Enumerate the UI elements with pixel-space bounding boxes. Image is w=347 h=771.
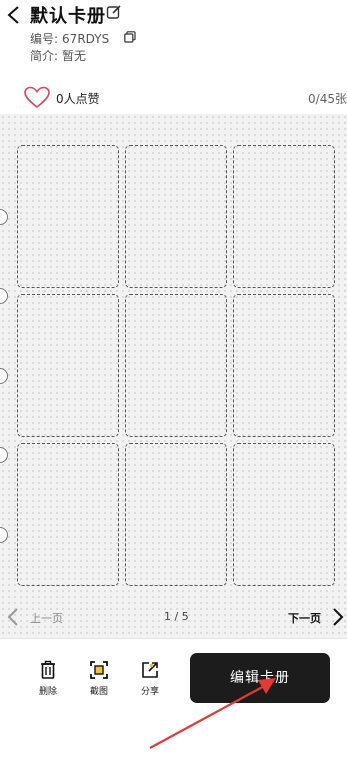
binder-ring: [0, 288, 8, 304]
screenshot-button[interactable]: 截图: [81, 660, 117, 704]
card-slot[interactable]: [17, 145, 119, 288]
intro-label: 简介:: [30, 49, 59, 63]
card-slot[interactable]: [17, 443, 119, 586]
binder-ring: [0, 527, 8, 543]
copy-icon[interactable]: [124, 31, 136, 43]
screenshot-icon: [90, 661, 108, 679]
delete-label: 删除: [38, 687, 57, 697]
album-code: 编号: 67RDYS: [30, 30, 109, 47]
card-slot[interactable]: [233, 443, 335, 586]
edit-pencil-icon[interactable]: [106, 4, 122, 20]
code-value: 67RDYS: [62, 32, 110, 46]
card-slot[interactable]: [125, 294, 227, 437]
card-slot[interactable]: [125, 443, 227, 586]
like-count: 0人点赞: [56, 92, 100, 106]
album-title: 默认卡册: [30, 6, 106, 27]
binder-ring: [0, 368, 8, 384]
next-page-button[interactable]: 下一页: [288, 610, 321, 626]
intro-value: 暂无: [62, 49, 87, 63]
screenshot-label: 截图: [89, 687, 108, 697]
card-slot[interactable]: [233, 145, 335, 288]
page-indicator: 1 / 5: [164, 610, 189, 623]
chevron-left-icon[interactable]: [7, 607, 19, 627]
card-slot[interactable]: [233, 294, 335, 437]
trash-icon: [41, 660, 55, 679]
like-row: 0人点赞 0/45张: [0, 84, 347, 112]
card-count: 0/45张: [308, 92, 347, 106]
delete-button[interactable]: 删除: [30, 660, 66, 704]
back-icon[interactable]: [6, 6, 22, 24]
card-slot[interactable]: [17, 294, 119, 437]
binder-ring: [0, 209, 8, 225]
card-album-page: [0, 114, 347, 639]
album-header: 默认卡册 编号: 67RDYS 简介: 暂无: [0, 0, 347, 80]
album-intro: 简介: 暂无: [30, 47, 86, 64]
prev-page-button[interactable]: 上一页: [30, 610, 63, 626]
binder-ring: [0, 447, 8, 463]
heart-icon[interactable]: [24, 86, 50, 110]
annotation-arrow: [149, 678, 276, 749]
chevron-right-icon[interactable]: [332, 607, 344, 627]
code-label: 编号:: [30, 32, 59, 46]
card-slot[interactable]: [125, 145, 227, 288]
pager: 上一页 1 / 5 下一页: [0, 605, 347, 631]
